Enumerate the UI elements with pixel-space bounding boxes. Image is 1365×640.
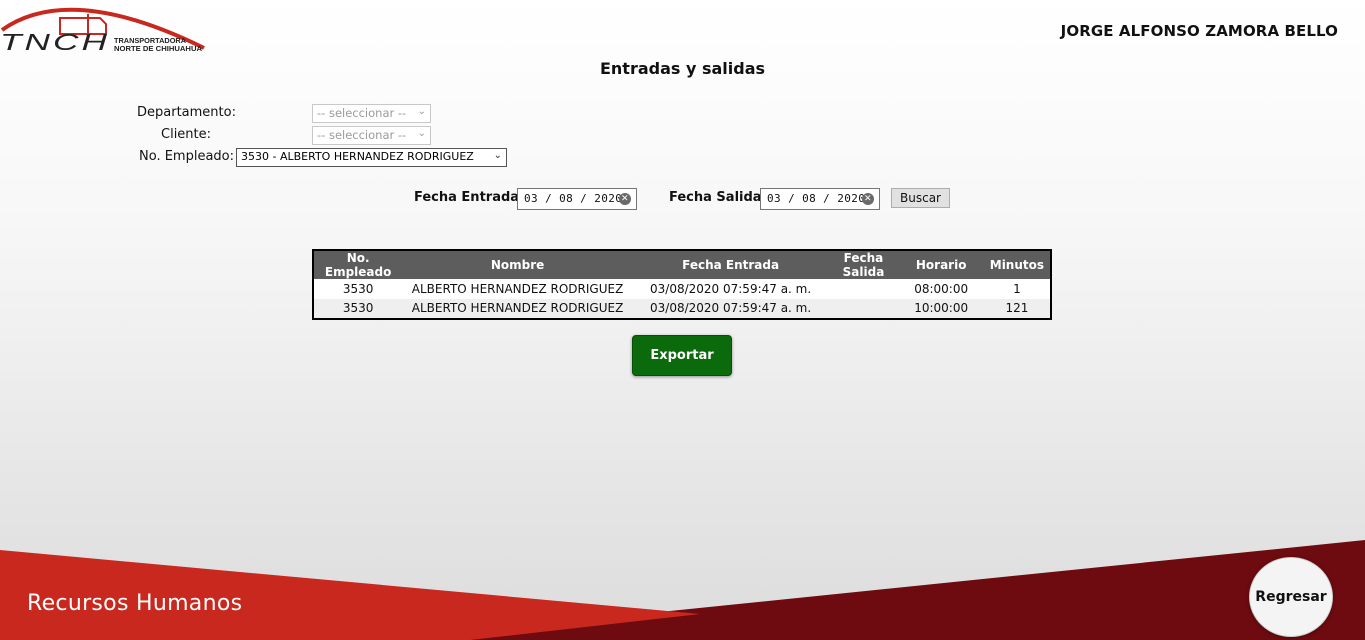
cliente-select[interactable]: -- seleccionar -- ⌄ [312,126,431,145]
empleado-label: No. Empleado: [139,149,235,164]
chevron-down-icon: ⌄ [417,106,426,117]
fecha-salida-value: 03 / 08 / 2020 [767,192,866,205]
table-row: 3530 ALBERTO HERNANDEZ RODRIGUEZ 03/08/2… [313,279,1051,298]
empleado-select[interactable]: 3530 - ALBERTO HERNANDEZ RODRIGUEZ ⌄ [236,148,507,167]
search-button[interactable]: Buscar [891,188,950,208]
results-table: No. Empleado Nombre Fecha Entrada Fecha … [312,249,1052,320]
fecha-salida-label: Fecha Salida: [669,190,767,205]
logo-subtitle-line2: NORTE DE CHIHUAHUA [114,44,203,53]
cell-fecha-entrada: 03/08/2020 07:59:47 a. m. [632,298,829,319]
company-logo: TNCH TRANSPORTADORA NORTE DE CHIHUAHUA [0,7,205,55]
column-header[interactable]: Fecha Entrada [632,250,829,280]
back-button[interactable]: Regresar [1249,557,1333,637]
clear-icon[interactable]: ✕ [619,193,631,205]
section-title: Recursos Humanos [27,591,243,616]
fecha-entrada-label: Fecha Entrada: [414,190,525,205]
cell-fecha-salida [828,298,899,319]
cell-minutos: 1 [1013,282,1021,297]
cell-empleado: 3530 [313,298,403,319]
departamento-select-value: -- seleccionar -- [317,106,407,120]
cell-fecha-entrada: 03/08/2020 07:59:47 a. m. [650,282,812,297]
fecha-salida-input[interactable]: 03 / 08 / 2020 ✕ [760,188,880,210]
cell-horario: 10:00:00 [898,298,984,319]
cell-empleado: 3530 [342,282,374,297]
departamento-select[interactable]: -- seleccionar -- ⌄ [312,104,431,123]
cliente-label: Cliente: [161,127,212,142]
chevron-down-icon: ⌄ [493,150,502,161]
user-name: JORGE ALFONSO ZAMORA BELLO [1060,22,1338,40]
column-header[interactable]: Nombre [402,250,633,280]
cell-horario: 08:00:00 [914,282,969,297]
logo-wordmark: TNCH [0,29,110,55]
column-header[interactable]: Minutos [983,250,1051,280]
table-row: 3530 ALBERTO HERNANDEZ RODRIGUEZ 03/08/2… [313,298,1051,319]
table-header-row: No. Empleado Nombre Fecha Entrada Fecha … [313,250,1051,280]
fecha-entrada-input[interactable]: 03 / 08 / 2020 ✕ [517,188,637,210]
fecha-entrada-value: 03 / 08 / 2020 [524,192,623,205]
chevron-down-icon: ⌄ [417,128,426,139]
footer-banner [0,540,1365,640]
cell-nombre: ALBERTO HERNANDEZ RODRIGUEZ [402,298,633,319]
column-header[interactable]: No. Empleado [313,250,403,280]
departamento-label: Departamento: [137,105,236,120]
export-button[interactable]: Exportar [632,335,732,376]
column-header[interactable]: Horario [898,250,984,280]
clear-icon[interactable]: ✕ [862,193,874,205]
page-title: Entradas y salidas [599,59,766,78]
cell-fecha-salida [828,279,898,298]
column-header[interactable]: Fecha Salida [828,250,899,280]
cell-nombre: ALBERTO HERNANDEZ RODRIGUEZ [411,282,624,297]
cliente-select-value: -- seleccionar -- [317,128,407,142]
empleado-select-value: 3530 - ALBERTO HERNANDEZ RODRIGUEZ [241,150,474,163]
cell-minutos: 121 [983,298,1051,319]
